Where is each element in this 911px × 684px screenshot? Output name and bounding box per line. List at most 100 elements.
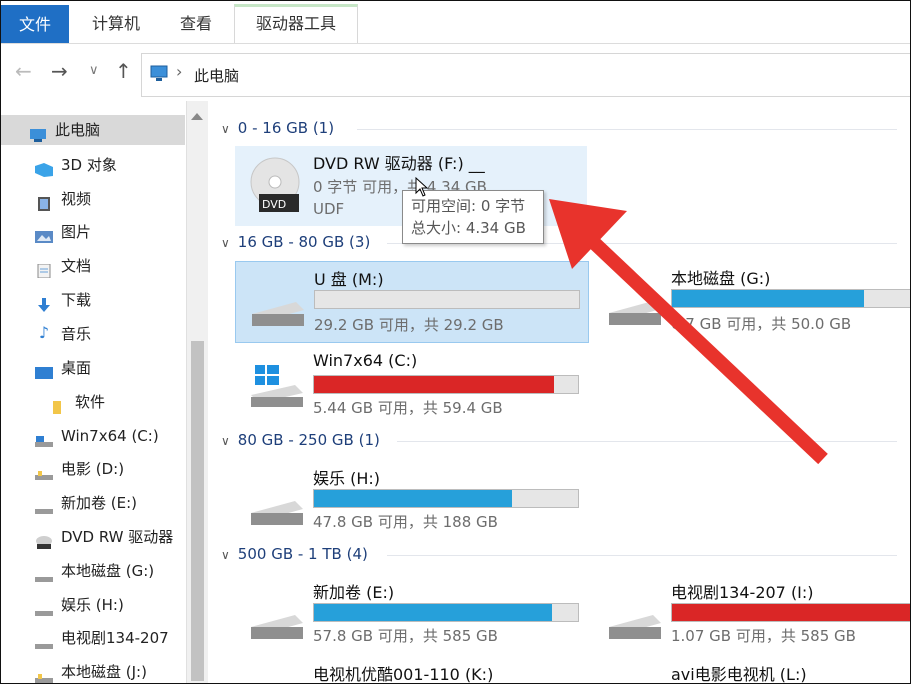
drive-icon bbox=[251, 501, 303, 525]
group-divider bbox=[387, 555, 897, 556]
drive-space-info: 47.8 GB 可用，共 188 GB bbox=[313, 513, 498, 531]
back-arrow-icon[interactable]: ← bbox=[15, 59, 32, 83]
group-header-16-80gb[interactable]: ∨ 16 GB - 80 GB (3) bbox=[221, 233, 370, 251]
sidebar-item-label: 下载 bbox=[61, 291, 92, 309]
tab-drive-tools[interactable]: 驱动器工具 bbox=[234, 4, 358, 43]
sidebar-item-label: 电视剧134-207 bbox=[61, 629, 169, 647]
sidebar-item-label: 软件 bbox=[75, 393, 106, 411]
sidebar-item-label: 3D 对象 bbox=[61, 156, 117, 174]
drive-icon bbox=[35, 597, 53, 616]
drive-filesystem: UDF bbox=[313, 200, 345, 218]
3d-objects-icon bbox=[35, 157, 53, 177]
drive-usage-bar bbox=[314, 290, 580, 309]
drive-tile-c[interactable]: Win7x64 (C:) 5.44 GB 可用，共 59.4 GB bbox=[235, 347, 587, 427]
sidebar-item-label: 本地磁盘 (G:) bbox=[61, 562, 155, 580]
dvd-drive-icon bbox=[35, 529, 53, 549]
drive-tile-l[interactable]: avi电影电视机 (L:) bbox=[593, 657, 910, 684]
drive-name: 电视机优酷001-110 (K:) bbox=[313, 665, 494, 684]
navigation-pane: 此电脑 3D 对象 视频 图片 文档 下载 ♪ 音乐 桌面 软件 Win7x64 … bbox=[1, 101, 208, 683]
drive-usage-fill bbox=[672, 290, 864, 307]
group-label: 0 - 16 GB (1) bbox=[237, 119, 335, 137]
drive-icon bbox=[35, 664, 53, 683]
windows-drive-icon bbox=[251, 365, 303, 407]
drive-name: 娱乐 (H:) bbox=[313, 469, 380, 488]
sidebar-item-label: 新加卷 (E:) bbox=[61, 494, 138, 512]
explorer-window: 文件 计算机 查看 驱动器工具 ← → ∨ ↑ › 此电脑 此电脑 3D 对象 … bbox=[0, 0, 911, 684]
sidebar-item-label: 桌面 bbox=[61, 359, 92, 377]
sidebar-item-this-pc[interactable]: 此电脑 bbox=[1, 115, 185, 145]
drive-icon bbox=[35, 461, 53, 480]
scroll-up-arrow-icon[interactable] bbox=[191, 113, 203, 120]
address-bar[interactable]: › 此电脑 bbox=[141, 53, 910, 97]
drive-tile-g[interactable]: 本地磁盘 (G:) 0.7 GB 可用，共 50.0 GB bbox=[593, 261, 910, 341]
video-icon bbox=[35, 191, 53, 211]
collapse-chevron-icon[interactable]: ∨ bbox=[221, 548, 230, 562]
drive-usage-bar bbox=[671, 603, 910, 622]
breadcrumb-path[interactable]: 此电脑 bbox=[194, 65, 239, 86]
download-icon bbox=[35, 292, 53, 312]
sidebar-scrollbar[interactable] bbox=[186, 101, 208, 683]
sidebar-item-label: 视频 bbox=[61, 190, 92, 208]
drive-usage-fill bbox=[672, 604, 910, 621]
tab-file[interactable]: 文件 bbox=[1, 5, 69, 43]
forward-arrow-icon[interactable]: → bbox=[51, 59, 68, 83]
drive-tile-e[interactable]: 新加卷 (E:) 57.8 GB 可用，共 585 GB bbox=[235, 575, 587, 655]
folder-icon bbox=[49, 394, 67, 414]
collapse-chevron-icon[interactable]: ∨ bbox=[221, 434, 230, 448]
collapse-chevron-icon[interactable]: ∨ bbox=[221, 236, 230, 250]
group-divider bbox=[397, 441, 897, 442]
drive-icon bbox=[35, 563, 53, 582]
scrollbar-thumb[interactable] bbox=[191, 341, 204, 681]
computer-icon bbox=[29, 122, 47, 142]
up-arrow-icon[interactable]: ↑ bbox=[115, 59, 132, 83]
system-drive-icon bbox=[35, 428, 53, 447]
drive-usage-bar bbox=[313, 489, 579, 508]
drive-usage-fill bbox=[314, 490, 512, 507]
drive-name: Win7x64 (C:) bbox=[313, 351, 418, 370]
group-header-80-250gb[interactable]: ∨ 80 GB - 250 GB (1) bbox=[221, 431, 380, 449]
desktop-icon bbox=[35, 360, 53, 379]
tooltip-total-size: 总大小: 4.34 GB bbox=[411, 219, 526, 237]
drive-icon bbox=[35, 495, 53, 514]
sidebar-item-label: 电影 (D:) bbox=[61, 460, 125, 478]
drive-usage-bar bbox=[313, 375, 579, 394]
usb-drive-icon bbox=[252, 302, 304, 326]
group-header-0-16gb[interactable]: ∨ 0 - 16 GB (1) bbox=[221, 119, 334, 137]
tab-computer[interactable]: 计算机 bbox=[81, 7, 151, 41]
breadcrumb-chevron-icon[interactable]: › bbox=[176, 62, 182, 81]
group-label: 16 GB - 80 GB (3) bbox=[237, 233, 371, 251]
sidebar-item-label: DVD RW 驱动器 bbox=[61, 528, 174, 546]
drive-name: avi电影电视机 (L:) bbox=[671, 665, 807, 684]
recent-locations-chevron-icon[interactable]: ∨ bbox=[89, 63, 99, 78]
drive-icon bbox=[35, 630, 53, 649]
drive-space-info: 29.2 GB 可用，共 29.2 GB bbox=[314, 316, 504, 334]
drive-space-info: 5.44 GB 可用，共 59.4 GB bbox=[313, 399, 503, 417]
collapse-chevron-icon[interactable]: ∨ bbox=[221, 122, 230, 136]
drive-tile-m[interactable]: U 盘 (M:) 29.2 GB 可用，共 29.2 GB bbox=[235, 261, 589, 343]
drive-name: 新加卷 (E:) bbox=[313, 583, 395, 602]
drive-tile-k[interactable]: 电视机优酷001-110 (K:) bbox=[235, 657, 587, 684]
sidebar-item-label: Win7x64 (C:) bbox=[61, 427, 159, 445]
drive-usage-fill bbox=[314, 604, 552, 621]
sidebar-item-label: 图片 bbox=[61, 223, 92, 241]
ribbon: 文件 计算机 查看 驱动器工具 bbox=[1, 1, 910, 44]
group-label: 80 GB - 250 GB (1) bbox=[237, 431, 380, 449]
drive-icon bbox=[609, 301, 661, 325]
sidebar-item-label: 音乐 bbox=[61, 325, 92, 343]
mouse-cursor-icon bbox=[415, 177, 429, 197]
dvd-badge-label: DVD bbox=[262, 198, 287, 211]
drive-icon bbox=[251, 615, 303, 639]
sidebar-item-label: 此电脑 bbox=[55, 121, 101, 139]
tab-view[interactable]: 查看 bbox=[166, 7, 226, 41]
drive-tile-i[interactable]: 电视剧134-207 (I:) 1.07 GB 可用，共 585 GB bbox=[593, 575, 910, 655]
group-header-500gb-1tb[interactable]: ∨ 500 GB - 1 TB (4) bbox=[221, 545, 368, 563]
drive-space-info: 57.8 GB 可用，共 585 GB bbox=[313, 627, 498, 645]
drive-tile-h[interactable]: 娱乐 (H:) 47.8 GB 可用，共 188 GB bbox=[235, 461, 587, 541]
tooltip-free-space: 可用空间: 0 字节 bbox=[411, 197, 526, 215]
group-divider bbox=[357, 129, 897, 130]
drives-view: ∨ 0 - 16 GB (1) DVD DVD RW 驱动器 (F:) __ 0 … bbox=[207, 101, 910, 684]
drive-tooltip: 可用空间: 0 字节 总大小: 4.34 GB bbox=[402, 190, 544, 244]
sidebar-item-label: 本地磁盘 (J:) bbox=[61, 663, 147, 681]
sidebar-item-label: 文档 bbox=[61, 257, 92, 275]
drive-name: 电视剧134-207 (I:) bbox=[671, 583, 814, 602]
